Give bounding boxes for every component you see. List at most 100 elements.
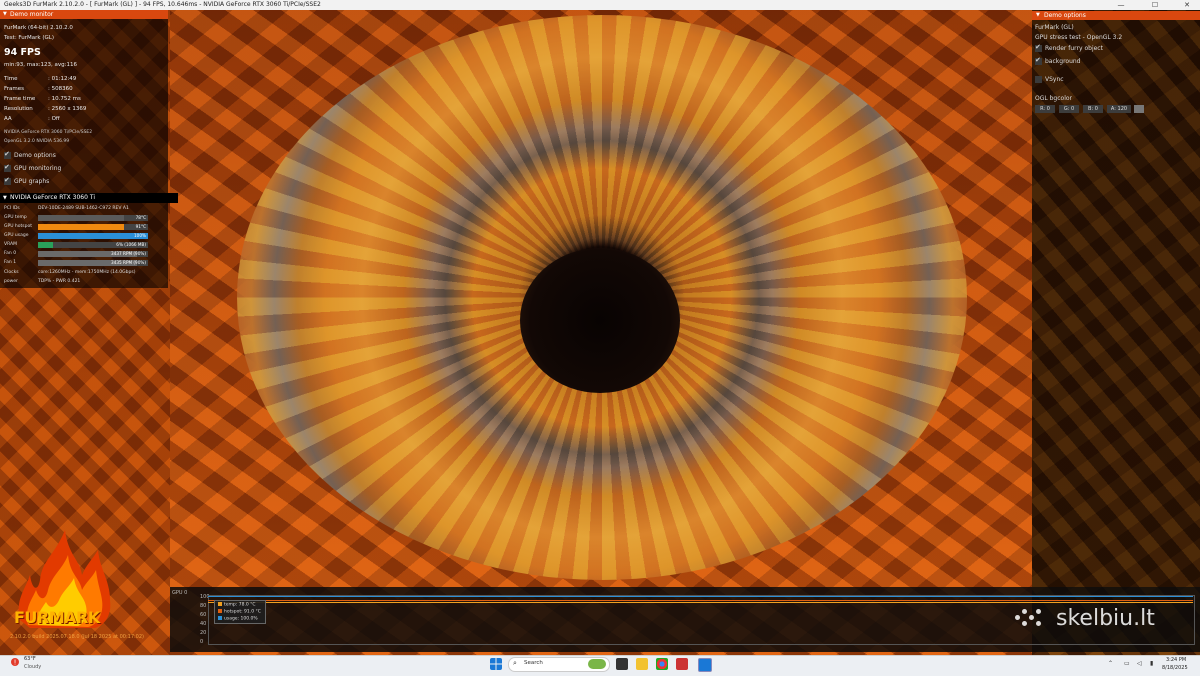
search-highlight-icon[interactable] <box>588 659 606 669</box>
graph-y-tick: 40 <box>200 621 207 627</box>
opengl-version: OpenGL 3.2.0 NVIDIA 536.99 <box>4 139 70 144</box>
file-explorer-icon[interactable] <box>636 658 648 670</box>
speaker-icon[interactable]: ◁ <box>1137 660 1142 667</box>
vsync-checkbox[interactable]: VSync <box>1035 76 1064 83</box>
graph-y-tick: 60 <box>200 612 207 618</box>
demo-description: GPU stress test - OpenGL 3.2 <box>1035 34 1123 41</box>
window-title-bar: Geeks3D FurMark 2.10.2.0 - [ FurMark (GL… <box>0 0 1200 10</box>
stat-label: Frame time <box>4 96 36 102</box>
legend-label: usage: 100.0% <box>224 616 258 622</box>
collapse-arrow-icon[interactable]: ▼ <box>1036 11 1040 20</box>
gpu-metric-bar: 3437 RPM (90%) <box>38 251 148 257</box>
legend-item: temp: 78.0 °C <box>218 602 256 608</box>
checkbox-icon[interactable] <box>4 150 11 159</box>
maximize-button[interactable]: ☐ <box>1144 0 1166 10</box>
gpu-section-header[interactable]: ▼ NVIDIA GeForce RTX 3060 Ti <box>0 193 178 203</box>
gpu-metric-value: 78°C <box>135 215 146 220</box>
clock-date[interactable]: 8/18/2025 <box>1162 665 1188 671</box>
legend-item: hotspot: 91.0 °C <box>218 609 261 615</box>
furmark-logo-text: FURMARK <box>14 608 100 627</box>
collapse-arrow-icon[interactable]: ▼ <box>3 193 7 203</box>
close-button[interactable]: ✕ <box>1176 0 1198 10</box>
gpu-metric-value: 3435 RPM (90%) <box>111 260 146 265</box>
legend-swatch <box>218 602 222 606</box>
weather-cloud-icon[interactable]: ! <box>10 657 20 667</box>
bgcolor-g-field[interactable]: G: 0 <box>1059 105 1079 113</box>
stat-label: AA <box>4 116 12 122</box>
color-swatch-icon[interactable] <box>1134 105 1144 113</box>
build-info: 2.10.2.0 build 2025.07.18.0 (Jul 18 2025… <box>10 634 144 640</box>
tray-chevron-icon[interactable]: ⌃ <box>1108 660 1113 667</box>
demo-options-toggle[interactable]: Demo options <box>4 150 56 159</box>
stat-value: : 01:12:49 <box>48 76 77 82</box>
task-view-icon[interactable] <box>616 658 628 670</box>
gpu-metric-bar: 91°C <box>38 224 148 230</box>
bgcolor-label: OGL bgcolor <box>1035 95 1073 102</box>
checkbox-label: Render furry object <box>1045 45 1103 52</box>
gpu-graphs-toggle[interactable]: GPU graphs <box>4 176 49 185</box>
render-furry-checkbox[interactable]: Render furry object <box>1035 43 1103 52</box>
stat-value: : 2560 x 1369 <box>48 106 87 112</box>
gpu-metric-fill <box>38 224 124 230</box>
usage-line <box>208 596 1193 597</box>
stat-label: Time <box>4 76 18 82</box>
gpu-monitoring-toggle[interactable]: GPU monitoring <box>4 163 61 172</box>
checkbox-checked-icon[interactable] <box>1035 56 1042 65</box>
stat-value: : 508360 <box>48 86 73 92</box>
checkbox-icon[interactable] <box>4 163 11 172</box>
fps-readout: 94 FPS <box>4 47 41 58</box>
gpu-metric-bar: 3435 RPM (90%) <box>38 260 148 266</box>
checkbox-label: Demo options <box>14 152 56 159</box>
graph-y-tick: 80 <box>200 603 207 609</box>
background-checkbox[interactable]: background <box>1035 56 1081 65</box>
demo-monitor-header[interactable]: ▼ Demo monitor <box>0 10 168 19</box>
search-icon: ⌕ <box>513 659 517 667</box>
gpu-metric-bar: 100% <box>38 233 148 239</box>
graph-y-tick: 20 <box>200 630 207 636</box>
gpu-renderer: NVIDIA GeForce RTX 3060 Ti/PCIe/SSE2 <box>4 130 93 135</box>
graph-title: GPU 0 <box>172 590 188 596</box>
collapse-arrow-icon[interactable]: ▼ <box>3 10 7 19</box>
chrome-icon[interactable] <box>656 658 668 670</box>
gpu-metric-value: 91°C <box>135 224 146 229</box>
furmark-taskbar-icon[interactable] <box>676 658 688 670</box>
gpu-metric-bar: 78°C <box>38 215 148 221</box>
stat-value: : 10.752 ms <box>48 96 81 102</box>
checkbox-checked-icon[interactable] <box>1035 43 1042 52</box>
bgcolor-b-field[interactable]: B: 0 <box>1083 105 1103 113</box>
gpu-metric-label: Fan 1 <box>4 260 17 265</box>
checkbox-icon[interactable] <box>4 176 11 185</box>
gpu-section-title: NVIDIA GeForce RTX 3060 Ti <box>10 194 95 201</box>
watermark-dots-icon <box>1015 609 1045 629</box>
hotspot-line <box>208 600 1193 601</box>
gpu-metric-label: GPU hotspot <box>4 224 33 229</box>
search-placeholder: Search <box>524 660 543 666</box>
demo-options-header[interactable]: ▼ Demo options <box>1032 11 1200 20</box>
stat-label: Frames <box>4 86 25 92</box>
gpu-metric-value: 6% (1066 MB) <box>116 242 146 247</box>
clock-time[interactable]: 3:24 PM <box>1166 657 1186 663</box>
minimize-button[interactable]: — <box>1110 0 1132 10</box>
legend-swatch <box>218 616 222 620</box>
bgcolor-r-field[interactable]: R: 0 <box>1035 105 1055 113</box>
windows-start-icon[interactable] <box>490 658 502 670</box>
battery-icon[interactable]: ▮ <box>1150 660 1153 667</box>
weather-desc[interactable]: Cloudy <box>24 664 41 670</box>
bgcolor-a-field[interactable]: A: 120 <box>1107 105 1131 113</box>
checkbox-label: background <box>1045 58 1081 65</box>
stat-value: : Off <box>48 116 60 122</box>
checkbox-icon[interactable] <box>1035 76 1042 83</box>
gpu-metric-fill <box>38 233 148 239</box>
gpu-metric-value: 100% <box>134 233 146 238</box>
gpu-metric-fill <box>38 215 124 221</box>
network-icon[interactable]: ▭ <box>1124 660 1130 667</box>
gpu-metric-label: VRAM <box>4 242 17 247</box>
demo-options-title: Demo options <box>1044 12 1086 19</box>
demo-name: FurMark (GL) <box>1035 24 1074 31</box>
checkbox-label: VSync <box>1045 76 1064 83</box>
watermark-text: skelbiu.lt <box>1056 606 1155 631</box>
gpu-metric-value: 3437 RPM (90%) <box>111 251 146 256</box>
weather-temp[interactable]: 63°F <box>24 656 36 662</box>
active-app-icon[interactable] <box>698 658 712 672</box>
legend-swatch <box>218 609 222 613</box>
